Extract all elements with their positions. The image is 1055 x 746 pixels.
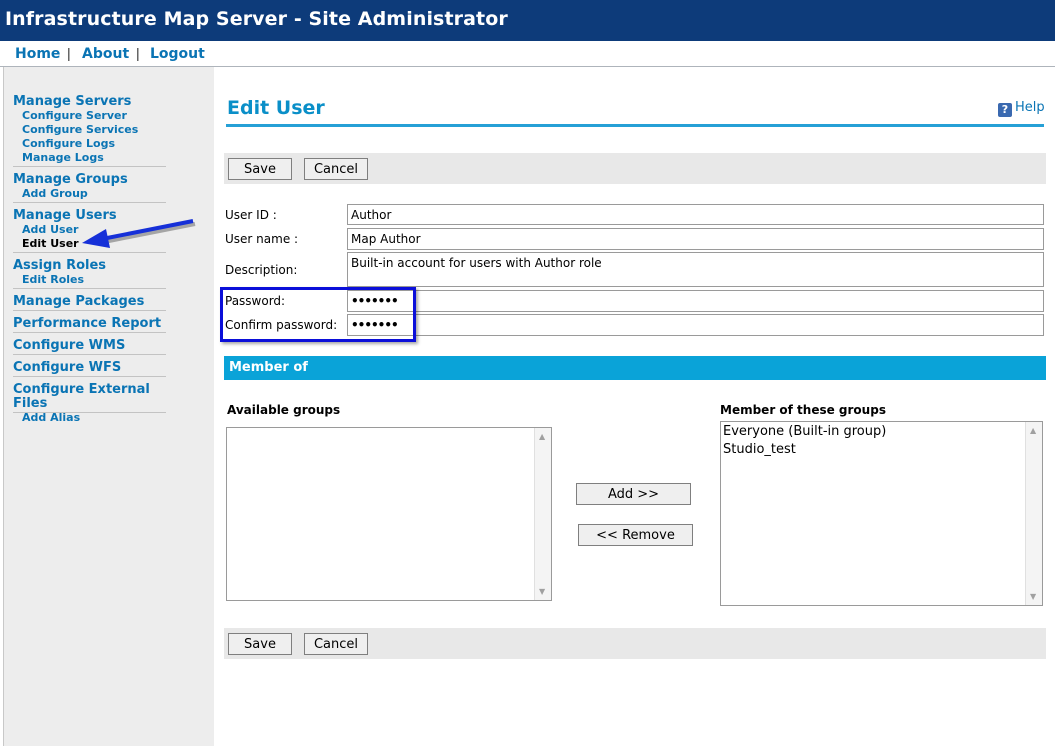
sidebar-item-configure-external-files[interactable]: Configure External Files — [13, 383, 166, 411]
scroll-down-icon[interactable]: ▼ — [539, 587, 545, 596]
scroll-up-icon[interactable]: ▲ — [539, 432, 545, 441]
help-icon[interactable]: ? — [998, 103, 1012, 117]
save-button[interactable]: Save — [228, 633, 292, 655]
page-title: Edit User — [227, 97, 325, 119]
sidebar-item-configure-server[interactable]: Configure Server — [22, 109, 166, 123]
help-link[interactable]: ? Help — [998, 100, 1045, 117]
top-nav: Home | About | Logout — [0, 41, 1055, 67]
sidebar-group-roles: Assign Roles Edit Roles — [13, 259, 166, 289]
app-title: Infrastructure Map Server - Site Adminis… — [5, 8, 508, 30]
member-of-section-header: Member of — [224, 356, 1046, 380]
sidebar-group-packages: Manage Packages — [13, 295, 166, 311]
sidebar-item-configure-services[interactable]: Configure Services — [22, 123, 166, 137]
sidebar-group-servers: Manage Servers Configure Server Configur… — [13, 95, 166, 167]
sidebar-item-manage-groups[interactable]: Manage Groups — [13, 173, 166, 187]
sidebar-item-manage-servers[interactable]: Manage Servers — [13, 95, 166, 109]
scroll-down-icon[interactable]: ▼ — [1030, 592, 1036, 601]
cancel-button[interactable]: Cancel — [304, 633, 368, 655]
member-groups-label: Member of these groups — [720, 403, 886, 417]
nav-home-link[interactable]: Home — [15, 46, 60, 62]
list-item[interactable]: Studio_test — [721, 441, 1042, 459]
list-item[interactable]: Everyone (Built-in group) — [721, 423, 1042, 441]
top-button-bar: Save Cancel — [224, 153, 1046, 184]
sidebar-item-manage-packages[interactable]: Manage Packages — [13, 295, 166, 309]
scrollbar[interactable]: ▲ ▼ — [534, 428, 551, 600]
add-group-button[interactable]: Add >> — [576, 483, 691, 505]
nav-about-link[interactable]: About — [82, 46, 129, 62]
title-divider — [226, 124, 1044, 127]
scrollbar[interactable]: ▲ ▼ — [1025, 422, 1042, 605]
nav-separator: | — [67, 45, 71, 61]
sidebar-item-add-group[interactable]: Add Group — [22, 187, 166, 201]
member-of-title: Member of — [229, 360, 308, 375]
save-button[interactable]: Save — [228, 158, 292, 180]
sidebar-item-configure-logs[interactable]: Configure Logs — [22, 137, 166, 151]
description-textarea[interactable]: Built-in account for users with Author r… — [347, 252, 1044, 287]
sidebar-group-wfs: Configure WFS — [13, 361, 166, 377]
bottom-button-bar: Save Cancel — [224, 628, 1046, 659]
member-groups-list[interactable]: Everyone (Built-in group) Studio_test ▲ … — [720, 421, 1043, 606]
title-bar: Infrastructure Map Server - Site Adminis… — [0, 0, 1055, 41]
user-id-label: User ID : — [225, 208, 277, 222]
nav-separator: | — [136, 45, 140, 61]
sidebar-item-performance-report[interactable]: Performance Report — [13, 317, 166, 331]
available-groups-label: Available groups — [227, 403, 341, 417]
password-field[interactable]: ••••••• — [347, 290, 1044, 312]
user-name-field[interactable]: Map Author — [347, 228, 1044, 250]
sidebar-item-edit-roles[interactable]: Edit Roles — [22, 273, 166, 287]
confirm-password-field[interactable]: ••••••• — [347, 314, 1044, 336]
sidebar-item-configure-wms[interactable]: Configure WMS — [13, 339, 166, 353]
annotation-arrow-icon — [82, 219, 196, 248]
sidebar-item-add-alias[interactable]: Add Alias — [22, 411, 166, 425]
sidebar-item-manage-logs[interactable]: Manage Logs — [22, 151, 166, 165]
nav-logout-link[interactable]: Logout — [150, 46, 205, 62]
sidebar-group-groups: Manage Groups Add Group — [13, 173, 166, 203]
user-name-label: User name : — [225, 232, 299, 246]
sidebar-group-wms: Configure WMS — [13, 339, 166, 355]
available-groups-list[interactable]: ▲ ▼ — [226, 427, 552, 601]
scroll-up-icon[interactable]: ▲ — [1030, 426, 1036, 435]
description-label: Description: — [225, 263, 298, 277]
help-label[interactable]: Help — [1015, 100, 1045, 115]
cancel-button[interactable]: Cancel — [304, 158, 368, 180]
password-highlight-box — [220, 287, 416, 342]
sidebar-group-external-files: Configure External Files Add Alias — [13, 383, 166, 424]
sidebar-group-performance: Performance Report — [13, 317, 166, 333]
sidebar-item-configure-wfs[interactable]: Configure WFS — [13, 361, 166, 375]
remove-group-button[interactable]: << Remove — [578, 524, 693, 546]
user-id-field[interactable]: Author — [347, 204, 1044, 225]
sidebar: Manage Servers Configure Server Configur… — [3, 67, 214, 746]
sidebar-item-assign-roles[interactable]: Assign Roles — [13, 259, 166, 273]
